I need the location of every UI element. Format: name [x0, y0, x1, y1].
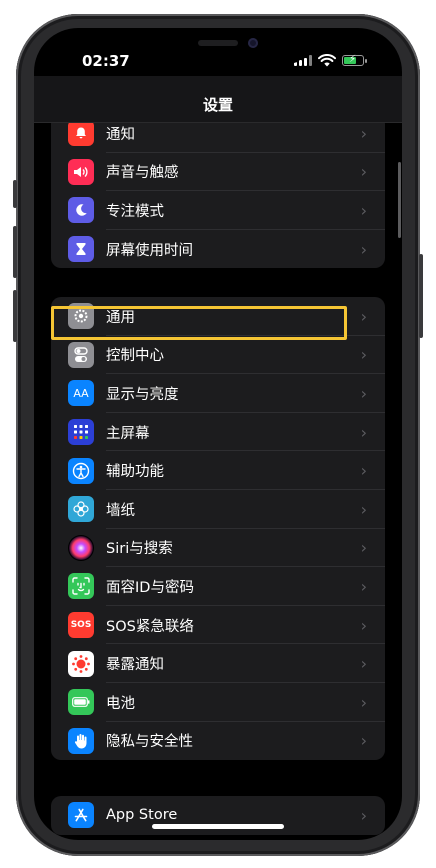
speaker-icon: [68, 158, 94, 185]
mute-switch: [13, 180, 17, 208]
chevron-right-icon: ›: [360, 731, 367, 751]
chevron-right-icon: ›: [360, 345, 367, 365]
settings-row-display[interactable]: AA 显示与亮度 ›: [51, 374, 385, 413]
settings-row-label: 屏幕使用时间: [106, 242, 193, 259]
hand-icon: [68, 727, 94, 754]
battery-icon: [68, 689, 94, 716]
settings-row-label: 声音与触感: [106, 165, 179, 182]
settings-row-label: 主屏幕: [106, 425, 150, 442]
hourglass-icon: [68, 236, 94, 263]
camera-icon: [248, 38, 258, 48]
settings-row-label: 控制中心: [106, 348, 164, 365]
settings-row-home-screen[interactable]: 主屏幕 ›: [51, 413, 385, 452]
sos-icon: SOS: [68, 612, 94, 639]
chevron-right-icon: ›: [360, 805, 367, 825]
home-indicator[interactable]: [152, 824, 284, 829]
settings-row-label: 通知: [106, 126, 135, 143]
accessibility-icon: [68, 457, 94, 484]
settings-row-label: 墙纸: [106, 502, 135, 519]
page-title: 设置: [202, 96, 233, 114]
settings-row-accessibility[interactable]: 辅助功能 ›: [51, 451, 385, 490]
settings-row-face-id[interactable]: 面容ID与密码 ›: [51, 567, 385, 606]
volume-down-button: [13, 290, 17, 342]
status-time: 02:37: [82, 52, 130, 70]
highlight-box: [51, 306, 347, 340]
chevron-right-icon: ›: [360, 576, 367, 596]
navigation-bar: 设置: [34, 76, 402, 123]
power-button: [419, 254, 423, 338]
chevron-right-icon: ›: [360, 306, 367, 326]
settings-row-label: 面容ID与密码: [106, 579, 194, 596]
chevron-right-icon: ›: [360, 615, 367, 635]
siri-icon: [68, 534, 94, 561]
settings-row-label: 专注模式: [106, 203, 164, 220]
chevron-right-icon: ›: [360, 654, 367, 674]
chevron-right-icon: ›: [360, 538, 367, 558]
settings-row-exposure[interactable]: 暴露通知 ›: [51, 644, 385, 683]
status-icons: ⚡: [294, 54, 367, 67]
settings-row-label: 隐私与安全性: [106, 734, 193, 751]
settings-row-siri[interactable]: Siri与搜索 ›: [51, 529, 385, 568]
settings-row-sounds[interactable]: 声音与触感 ›: [51, 153, 385, 192]
flower-icon: [68, 496, 94, 523]
chevron-right-icon: ›: [360, 692, 367, 712]
settings-row-label: 电池: [106, 695, 135, 712]
settings-row-label: Siri与搜索: [106, 541, 173, 558]
settings-row-screen-time[interactable]: 屏幕使用时间 ›: [51, 230, 385, 269]
text-size-icon: AA: [68, 380, 94, 407]
exposure-icon: [68, 650, 94, 677]
settings-row-battery[interactable]: 电池 ›: [51, 683, 385, 722]
chevron-right-icon: ›: [360, 461, 367, 481]
app-store-icon: [68, 802, 94, 829]
chevron-right-icon: ›: [360, 123, 367, 143]
face-id-icon: [68, 573, 94, 600]
settings-row-privacy[interactable]: 隐私与安全性 ›: [51, 722, 385, 761]
settings-row-label: 显示与亮度: [106, 386, 179, 403]
settings-group-general: 通用 › 控制中心 › AA 显示与亮度 › 主屏幕 › 辅助功能 › 墙纸 ›…: [51, 297, 385, 761]
chevron-right-icon: ›: [360, 200, 367, 220]
volume-up-button: [13, 226, 17, 278]
wifi-icon: [318, 54, 336, 67]
toggles-icon: [68, 341, 94, 368]
scroll-indicator[interactable]: [398, 162, 401, 238]
chevron-right-icon: ›: [360, 162, 367, 182]
settings-row-wallpaper[interactable]: 墙纸 ›: [51, 490, 385, 529]
moon-icon: [68, 197, 94, 224]
chevron-right-icon: ›: [360, 239, 367, 259]
settings-row-label: 辅助功能: [106, 464, 164, 481]
settings-row-label: SOS紧急联络: [106, 618, 194, 635]
speaker-grille: [198, 40, 238, 46]
settings-group-notifications: 通知 › 声音与触感 › 专注模式 › 屏幕使用时间 ›: [51, 114, 385, 269]
settings-row-label: App Store: [106, 807, 178, 824]
settings-row-label: 暴露通知: [106, 657, 164, 674]
settings-row-emergency-sos[interactable]: SOS SOS紧急联络 ›: [51, 606, 385, 645]
notch: [128, 28, 308, 64]
settings-row-control-center[interactable]: 控制中心 ›: [51, 336, 385, 375]
phone-screen: 02:37 ⚡ 设置 通知 › 声音与触感 › 专注模式 › 屏幕使用时间 › …: [34, 28, 402, 840]
home-grid-icon: [68, 419, 94, 446]
bell-icon: [68, 120, 94, 147]
settings-row-focus[interactable]: 专注模式 ›: [51, 191, 385, 230]
chevron-right-icon: ›: [360, 499, 367, 519]
chevron-right-icon: ›: [360, 422, 367, 442]
chevron-right-icon: ›: [360, 383, 367, 403]
battery-status-icon: ⚡: [342, 54, 367, 66]
